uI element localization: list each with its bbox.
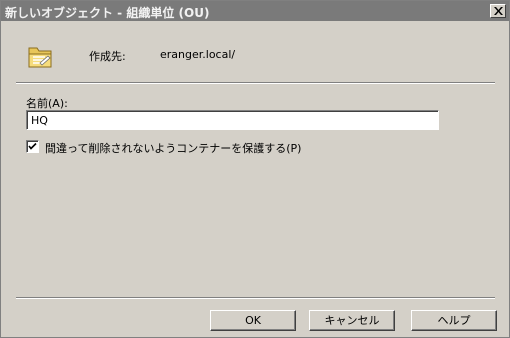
title-bar[interactable]: 新しいオブジェクト - 組織単位 (OU) bbox=[1, 1, 509, 21]
name-label: 名前(A): bbox=[26, 97, 68, 110]
top-separator bbox=[16, 82, 495, 84]
ok-button[interactable]: OK bbox=[210, 310, 296, 331]
create-in-label: 作成先: bbox=[89, 50, 126, 63]
organizational-unit-folder-icon bbox=[26, 43, 54, 71]
bottom-separator bbox=[16, 297, 495, 299]
window-title: 新しいオブジェクト - 組織単位 (OU) bbox=[5, 6, 210, 20]
new-ou-dialog: 新しいオブジェクト - 組織単位 (OU) 作成先: eranger.local… bbox=[0, 0, 510, 338]
create-in-value: eranger.local/ bbox=[160, 48, 236, 61]
close-button[interactable] bbox=[490, 4, 506, 18]
protect-from-deletion-label[interactable]: 間違って削除されないようコンテナーを保護する(P) bbox=[45, 140, 301, 156]
close-icon bbox=[494, 7, 503, 15]
name-input[interactable] bbox=[26, 110, 439, 130]
protect-from-deletion-checkbox[interactable] bbox=[26, 140, 39, 153]
cancel-button[interactable]: キャンセル bbox=[309, 310, 395, 331]
checkmark-icon bbox=[28, 142, 37, 150]
help-button[interactable]: ヘルプ bbox=[411, 310, 497, 331]
